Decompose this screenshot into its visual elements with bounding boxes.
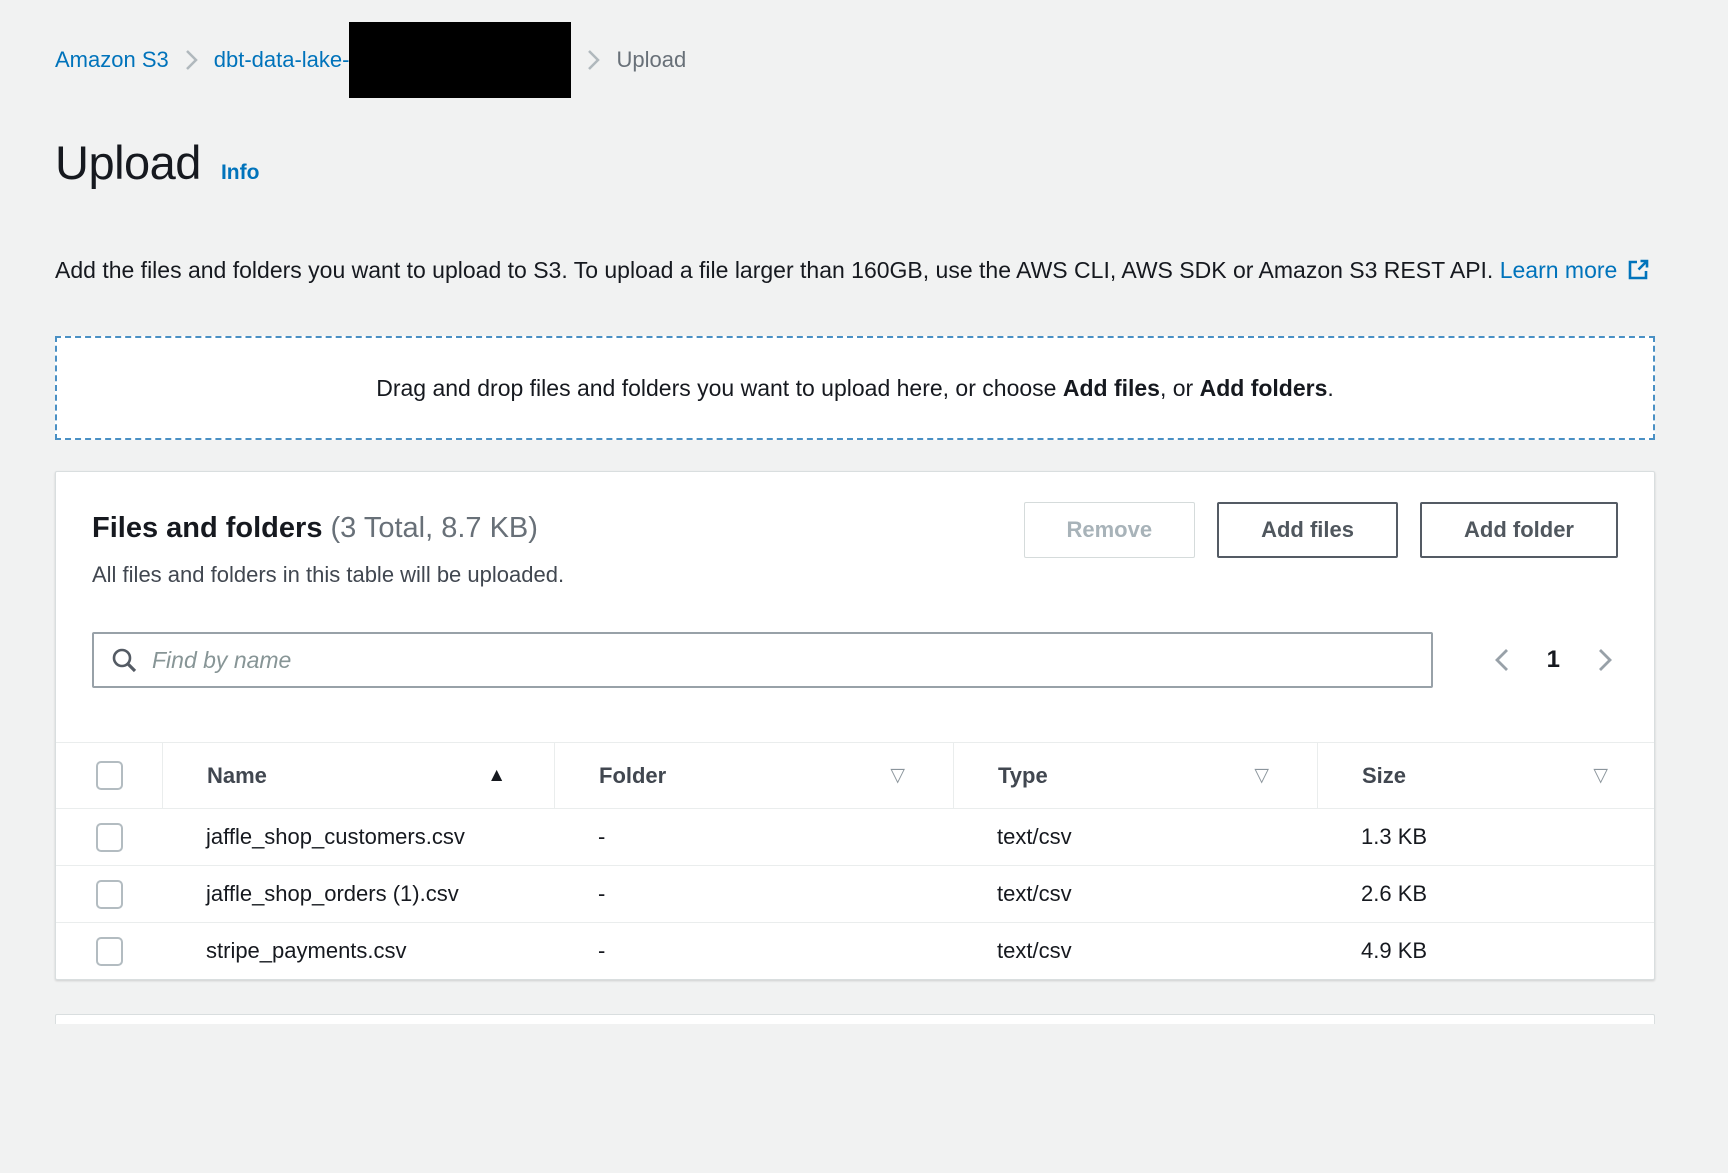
row-select-cell <box>56 937 162 966</box>
intro-paragraph: Add the files and folders you want to up… <box>55 249 1655 296</box>
panel-actions: Remove Add files Add folder <box>1024 502 1619 592</box>
column-header-name[interactable]: Name ▲ <box>162 743 554 808</box>
drag-drop-zone[interactable]: Drag and drop files and folders you want… <box>55 336 1655 440</box>
breadcrumb-upload: Upload <box>616 47 686 73</box>
pagination-next-button[interactable] <box>1596 646 1614 674</box>
next-section-card-edge <box>55 1014 1655 1024</box>
dropzone-text: Drag and drop files and folders you want… <box>376 375 1334 402</box>
chevron-right-icon <box>587 48 600 72</box>
cell-name: jaffle_shop_orders (1).csv <box>162 875 554 913</box>
search-input[interactable] <box>152 647 1415 674</box>
row-select-cell <box>56 823 162 852</box>
files-table: Name ▲ Folder ▽ Type ▽ Size ▽ <box>56 742 1654 979</box>
files-and-folders-panel: Files and folders (3 Total, 8.7 KB) All … <box>55 471 1655 980</box>
table-row: jaffle_shop_customers.csv - text/csv 1.3… <box>56 809 1654 866</box>
dropzone-add-files-label: Add files <box>1063 375 1160 401</box>
select-all-cell <box>56 743 162 808</box>
cell-size: 4.9 KB <box>1317 932 1656 970</box>
intro-text: Add the files and folders you want to up… <box>55 257 1493 283</box>
cell-folder: - <box>554 818 953 856</box>
cell-type: text/csv <box>953 875 1317 913</box>
panel-header: Files and folders (3 Total, 8.7 KB) All … <box>56 472 1654 592</box>
sort-icon[interactable]: ▽ <box>1593 764 1608 787</box>
search-box <box>92 632 1433 688</box>
row-checkbox[interactable] <box>96 880 123 909</box>
sort-icon[interactable]: ▽ <box>890 764 905 787</box>
row-select-cell <box>56 880 162 909</box>
sort-ascending-icon[interactable]: ▲ <box>487 765 506 787</box>
add-folder-button[interactable]: Add folder <box>1420 502 1618 558</box>
cell-size: 1.3 KB <box>1317 818 1656 856</box>
add-files-button[interactable]: Add files <box>1217 502 1398 558</box>
pagination: 1 <box>1493 646 1614 674</box>
pagination-prev-button[interactable] <box>1493 646 1511 674</box>
search-icon <box>110 646 138 674</box>
panel-count-summary: (3 Total, 8.7 KB) <box>331 512 538 544</box>
page-content: Amazon S3 dbt-data-lake- Upload Upload I… <box>55 45 1655 1024</box>
remove-button[interactable]: Remove <box>1024 502 1196 558</box>
page-header: Upload Info <box>55 135 1655 191</box>
cell-type: text/csv <box>953 932 1317 970</box>
external-link-icon <box>1626 261 1651 287</box>
row-checkbox[interactable] <box>96 937 123 966</box>
select-all-checkbox[interactable] <box>96 761 123 790</box>
chevron-right-icon <box>1596 646 1614 674</box>
chevron-right-icon <box>185 48 198 72</box>
column-header-type[interactable]: Type ▽ <box>953 743 1317 808</box>
row-checkbox[interactable] <box>96 823 123 852</box>
table-row: stripe_payments.csv - text/csv 4.9 KB <box>56 923 1654 979</box>
sort-icon[interactable]: ▽ <box>1254 764 1269 787</box>
breadcrumb: Amazon S3 dbt-data-lake- Upload <box>55 45 1655 75</box>
cell-type: text/csv <box>953 818 1317 856</box>
breadcrumb-amazon-s3[interactable]: Amazon S3 <box>55 47 169 73</box>
cell-size: 2.6 KB <box>1317 875 1656 913</box>
cell-name: jaffle_shop_customers.csv <box>162 818 554 856</box>
info-link[interactable]: Info <box>221 161 259 185</box>
page-title: Upload <box>55 135 201 191</box>
panel-title: Files and folders (3 Total, 8.7 KB) <box>92 508 564 548</box>
panel-description: All files and folders in this table will… <box>92 558 564 592</box>
dropzone-add-folders-label: Add folders <box>1200 375 1328 401</box>
pagination-page-1[interactable]: 1 <box>1547 646 1560 674</box>
column-header-size[interactable]: Size ▽ <box>1317 743 1656 808</box>
learn-more-label: Learn more <box>1500 257 1618 283</box>
table-toolbar: 1 <box>56 632 1654 688</box>
panel-header-text: Files and folders (3 Total, 8.7 KB) All … <box>92 502 564 592</box>
learn-more-link[interactable]: Learn more <box>1500 257 1652 283</box>
table-header-row: Name ▲ Folder ▽ Type ▽ Size ▽ <box>56 743 1654 809</box>
cell-folder: - <box>554 932 953 970</box>
cell-folder: - <box>554 875 953 913</box>
table-row: jaffle_shop_orders (1).csv - text/csv 2.… <box>56 866 1654 923</box>
cell-name: stripe_payments.csv <box>162 932 554 970</box>
chevron-left-icon <box>1493 646 1511 674</box>
breadcrumb-bucket[interactable]: dbt-data-lake- <box>214 47 350 73</box>
redacted-bucket-name <box>349 22 571 98</box>
column-header-folder[interactable]: Folder ▽ <box>554 743 953 808</box>
